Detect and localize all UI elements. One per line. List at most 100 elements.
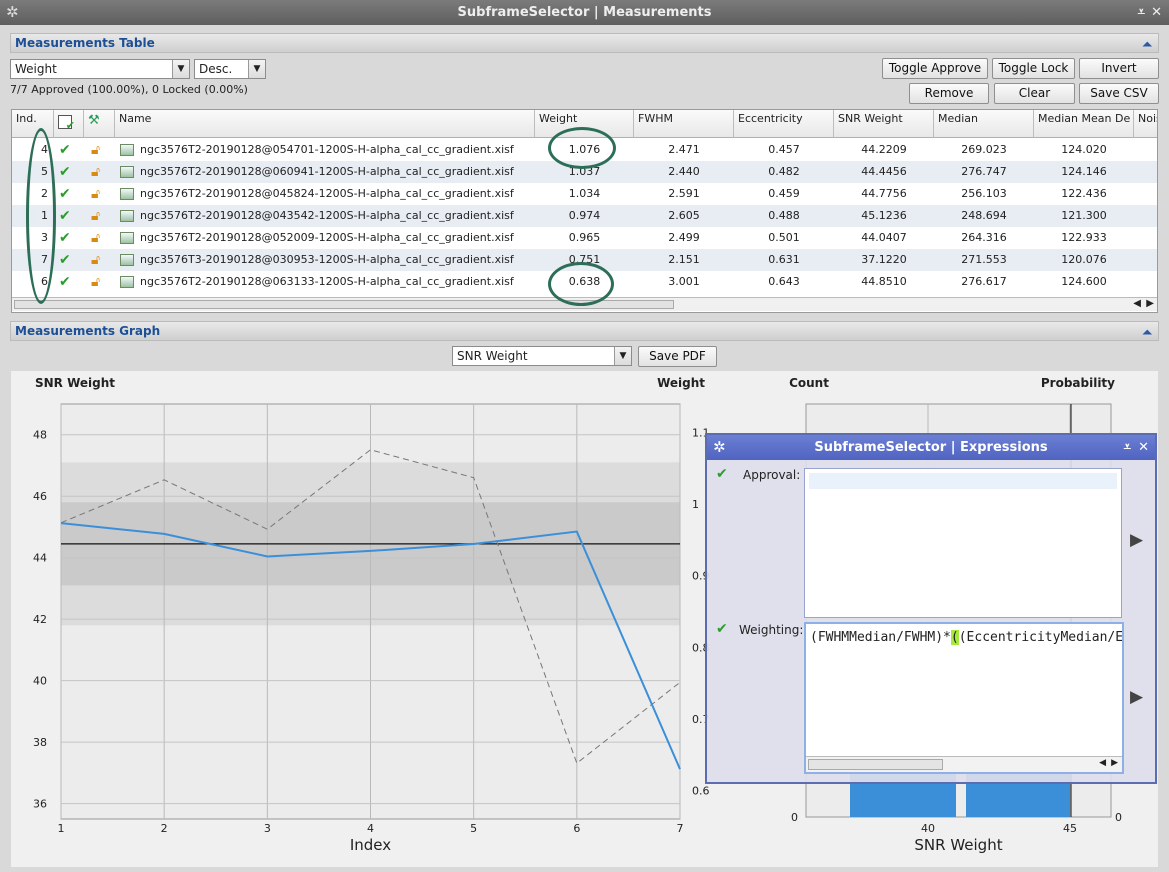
annotation-ellipse	[548, 262, 614, 306]
col-header-snr-weight[interactable]: SNR Weight	[834, 110, 934, 138]
file-name: ngc3576T2-20190128@060941-1200S-H-alpha_…	[140, 165, 514, 178]
cell-fwhm: 2.440	[668, 165, 700, 178]
toggle-lock-button[interactable]: Toggle Lock	[992, 58, 1075, 79]
unlocked-icon[interactable]: 🔓︎	[91, 271, 111, 293]
collapse-icon[interactable]: ⏶	[1142, 323, 1152, 341]
unlocked-icon[interactable]: 🔓︎	[91, 205, 111, 227]
editor-horizontal-scrollbar[interactable]: ◀ ▶	[806, 756, 1122, 772]
expression-text-part: (EccentricityMedian/E	[958, 630, 1122, 645]
unlocked-icon[interactable]: 🔓︎	[91, 139, 111, 161]
scroll-left-icon[interactable]: ◀	[1133, 298, 1141, 309]
graph-field-value: SNR Weight	[457, 349, 528, 363]
unlocked-icon[interactable]: 🔓︎	[91, 249, 111, 271]
approved-check-icon[interactable]: ✔	[59, 161, 79, 183]
x-tick-label: 1	[58, 822, 65, 835]
col-header-approved[interactable]: ✔	[54, 110, 84, 138]
cell-name: ngc3576T2-20190128@052009-1200S-H-alpha_…	[120, 227, 535, 249]
right-axis-title: Weight	[657, 376, 705, 390]
approval-apply-arrow-icon[interactable]: ▶	[1130, 530, 1143, 550]
gear-icon[interactable]: ✲	[6, 4, 19, 20]
table-row[interactable]: 3 ✔ 🔓︎ ngc3576T2-20190128@052009-1200S-H-al…	[12, 227, 1157, 249]
window-title-bar: ✲ SubframeSelector | Measurements ⩡ ✕	[0, 0, 1169, 25]
approved-check-icon[interactable]: ✔	[59, 249, 79, 271]
save-pdf-button[interactable]: Save PDF	[638, 346, 717, 367]
cell-weight: 1.034	[568, 187, 601, 200]
cell-median-mean-dev: 122.933	[1061, 231, 1107, 244]
image-file-icon	[120, 144, 134, 156]
cell-eccentricity: 0.501	[768, 231, 800, 244]
col-header-name[interactable]: Name	[115, 110, 535, 138]
weighting-expression-editor[interactable]: (FWHMMedian/FWHM)*((EccentricityMedian/E…	[804, 622, 1124, 774]
col-header-locked[interactable]: ⚒	[84, 110, 115, 138]
cell-snr-weight: 44.2209	[861, 143, 907, 156]
close-icon[interactable]: ✕	[1138, 435, 1149, 460]
cell-median: 269.023	[961, 143, 1007, 156]
measurements-table-header[interactable]: Measurements Table ⏶	[10, 33, 1159, 53]
cell-eccentricity: 0.482	[768, 165, 800, 178]
x-tick-label: 40	[921, 822, 935, 835]
unlocked-icon[interactable]: 🔓︎	[91, 227, 111, 249]
shade-icon[interactable]: ⩡	[1124, 435, 1131, 460]
approved-column-icon: ✔	[58, 115, 75, 132]
x-tick-label: 45	[1063, 822, 1077, 835]
cell-snr-weight: 44.4456	[861, 165, 907, 178]
y-tick-label: 44	[33, 552, 47, 565]
collapse-icon[interactable]: ⏶	[1142, 35, 1152, 53]
unlocked-icon[interactable]: 🔓︎	[91, 183, 111, 205]
y-tick-label: 38	[33, 736, 47, 749]
expressions-dialog[interactable]: ✲ SubframeSelector | Expressions ⩡ ✕ ✔ A…	[705, 433, 1157, 784]
col-header-median[interactable]: Median	[934, 110, 1034, 138]
image-file-icon	[120, 276, 134, 288]
approved-check-icon[interactable]: ✔	[59, 227, 79, 249]
cell-median-mean-dev: 124.600	[1061, 275, 1107, 288]
table-row[interactable]: 1 ✔ 🔓︎ ngc3576T2-20190128@043542-1200S-H-al…	[12, 205, 1157, 227]
weighting-apply-arrow-icon[interactable]: ▶	[1130, 687, 1143, 707]
image-file-icon	[120, 210, 134, 222]
chevron-down-icon[interactable]: ▼	[614, 347, 631, 365]
lock-column-icon: ⚒	[88, 113, 100, 128]
unlocked-icon[interactable]: 🔓︎	[91, 161, 111, 183]
scroll-left-icon[interactable]: ◀	[1099, 758, 1106, 768]
y-tick-label: 0	[791, 811, 798, 824]
weighting-label: Weighting:	[739, 623, 804, 637]
invert-button[interactable]: Invert	[1079, 58, 1159, 79]
file-name: ngc3576T2-20190128@063133-1200S-H-alpha_…	[140, 275, 514, 288]
col-header-index[interactable]: Ind.	[12, 110, 54, 138]
col-header-median-mean-dev[interactable]: Median Mean De	[1034, 110, 1134, 138]
col-header-noise[interactable]: Nois	[1134, 110, 1157, 138]
y2-tick-label: 0	[1115, 811, 1122, 824]
scroll-right-icon[interactable]: ▶	[1111, 758, 1118, 768]
chevron-down-icon[interactable]: ▼	[248, 60, 265, 78]
table-row[interactable]: 2 ✔ 🔓︎ ngc3576T2-20190128@045824-1200S-H-al…	[12, 183, 1157, 205]
close-icon[interactable]: ✕	[1151, 0, 1162, 25]
shade-icon[interactable]: ⩡	[1138, 0, 1145, 25]
weighting-expression-text[interactable]: (FWHMMedian/FWHM)*((EccentricityMedian/E	[810, 630, 1122, 645]
count-axis-title: Count	[789, 376, 829, 390]
col-header-fwhm[interactable]: FWHM	[634, 110, 734, 138]
approved-check-icon[interactable]: ✔	[59, 205, 79, 227]
clear-button[interactable]: Clear	[994, 83, 1075, 104]
approved-check-icon[interactable]: ✔	[59, 183, 79, 205]
scroll-right-icon[interactable]: ▶	[1146, 298, 1154, 309]
gear-icon[interactable]: ✲	[713, 435, 726, 460]
scrollbar-thumb[interactable]	[808, 759, 943, 770]
approval-summary: 7/7 Approved (100.00%), 0 Locked (0.00%)	[10, 83, 248, 96]
approval-expression-editor[interactable]	[804, 468, 1122, 618]
cell-median: 256.103	[961, 187, 1007, 200]
remove-button[interactable]: Remove	[909, 83, 989, 104]
approved-check-icon[interactable]: ✔	[59, 271, 79, 293]
measurements-graph-header[interactable]: Measurements Graph ⏶	[10, 321, 1159, 341]
cell-name: ngc3576T3-20190128@030953-1200S-H-alpha_…	[120, 249, 535, 271]
x-axis-title: Index	[350, 836, 391, 854]
toggle-approve-button[interactable]: Toggle Approve	[882, 58, 988, 79]
chevron-down-icon[interactable]: ▼	[172, 60, 189, 78]
col-header-eccentricity[interactable]: Eccentricity	[734, 110, 834, 138]
sort-field-select[interactable]: Weight ▼	[10, 59, 190, 79]
sort-order-select[interactable]: Desc. ▼	[194, 59, 266, 79]
y-tick-label: 40	[33, 675, 47, 688]
approved-check-icon[interactable]: ✔	[59, 139, 79, 161]
cell-fwhm: 2.471	[668, 143, 700, 156]
graph-field-select[interactable]: SNR Weight ▼	[452, 346, 632, 366]
file-name: ngc3576T2-20190128@052009-1200S-H-alpha_…	[140, 231, 514, 244]
save-csv-button[interactable]: Save CSV	[1079, 83, 1159, 104]
